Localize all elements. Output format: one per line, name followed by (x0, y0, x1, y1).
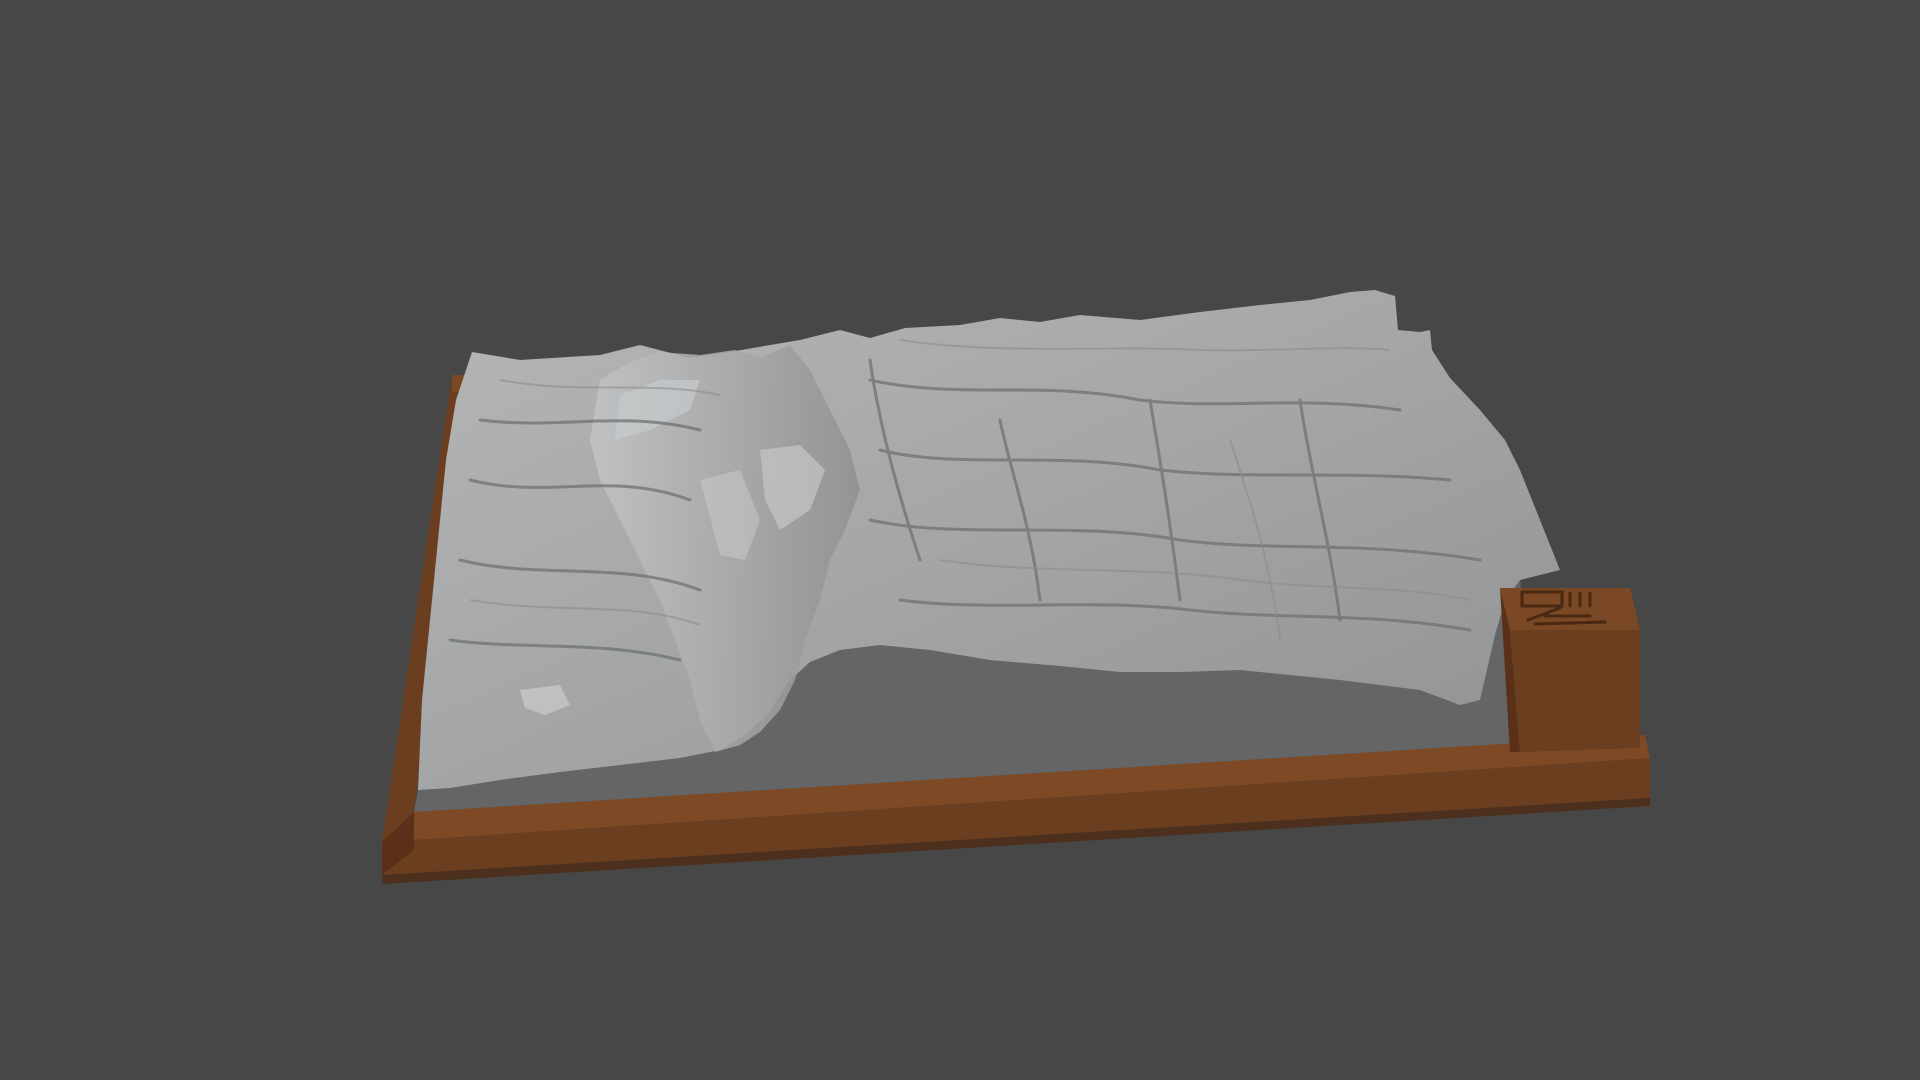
terrain-model-render (382, 290, 1650, 884)
label-block (1500, 588, 1640, 752)
3d-viewport[interactable] (0, 0, 1920, 1080)
